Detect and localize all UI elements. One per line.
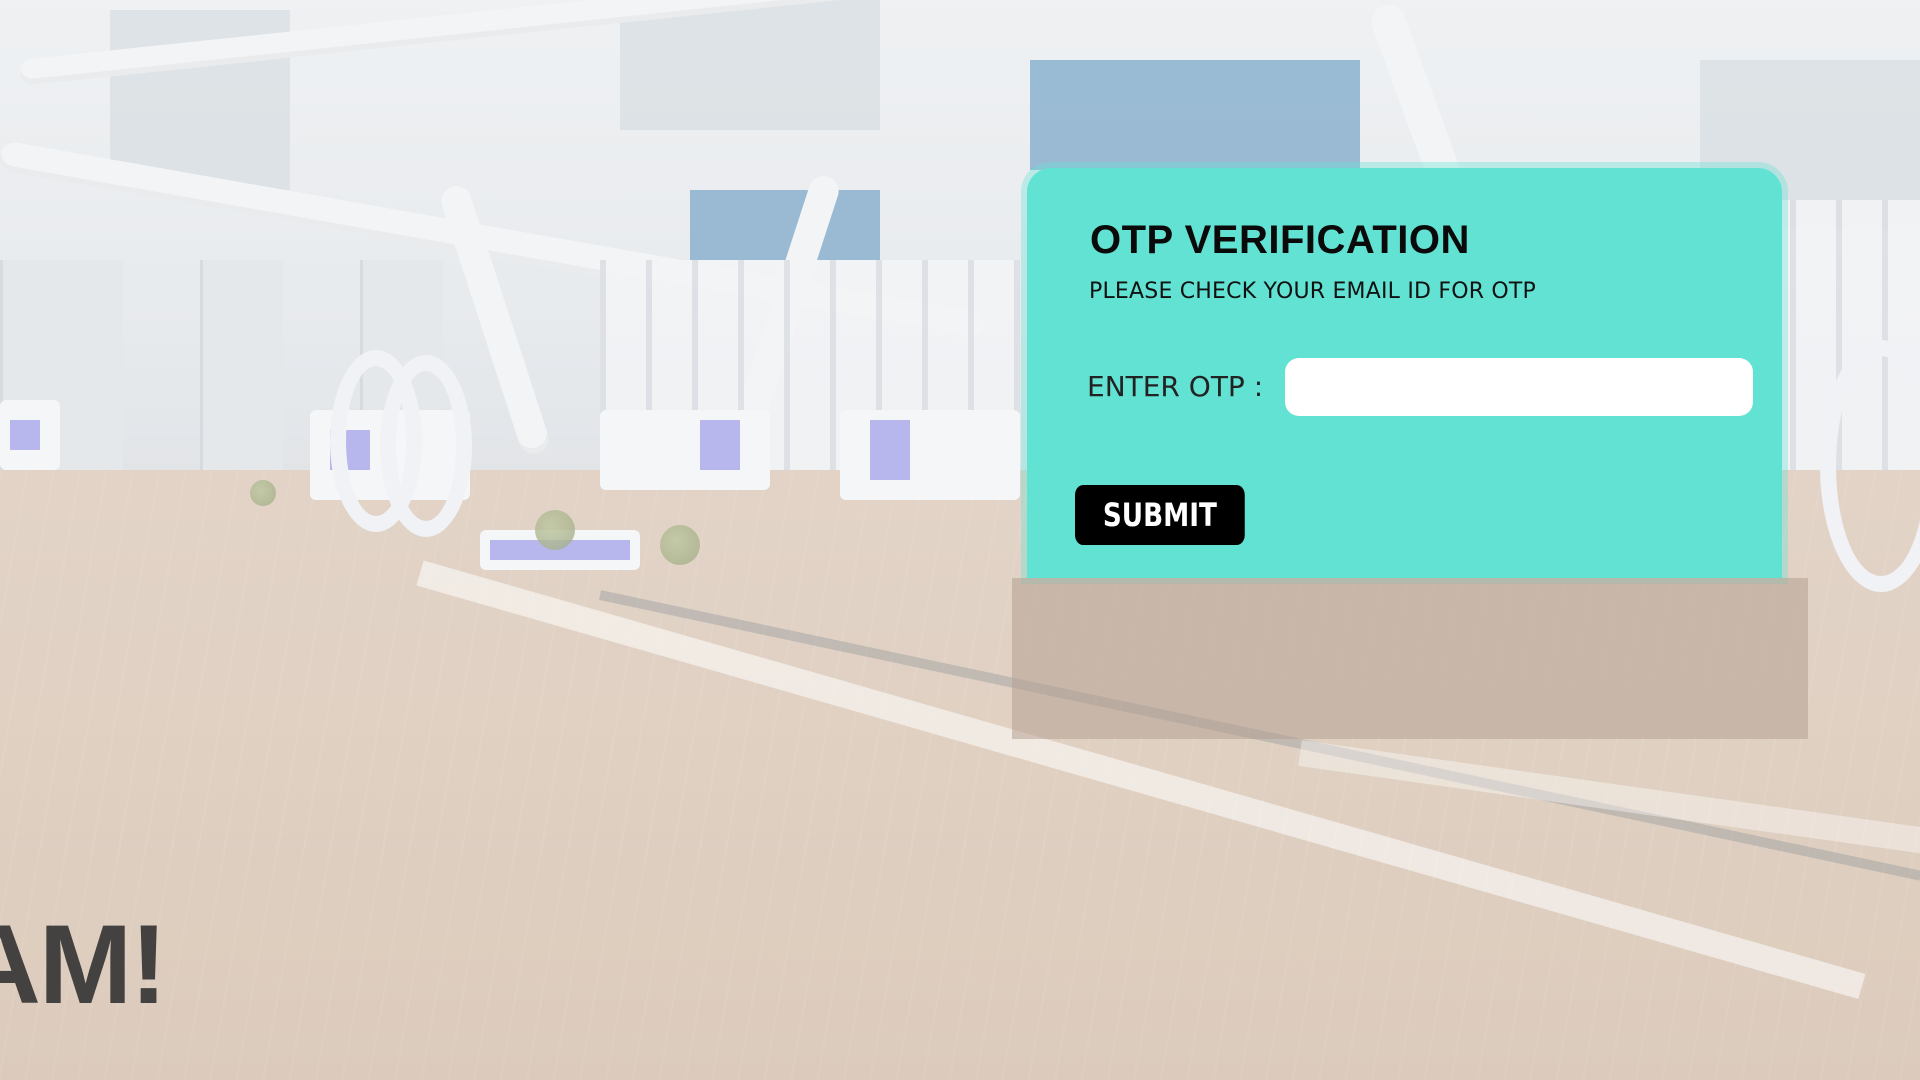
- otp-title: OTP VERIFICATION: [1090, 218, 1470, 262]
- otp-field-label: ENTER OTP :: [1087, 370, 1264, 403]
- otp-input[interactable]: [1285, 358, 1753, 416]
- submit-button[interactable]: SUBMIT: [1075, 485, 1245, 545]
- otp-verification-panel: OTP VERIFICATION PLEASE CHECK YOUR EMAIL…: [1027, 168, 1782, 578]
- submit-button-label: SUBMIT: [1102, 496, 1217, 534]
- background-welcome-text: AM!: [0, 902, 167, 1027]
- panel-base-strip: [1012, 578, 1808, 739]
- otp-subtitle: PLEASE CHECK YOUR EMAIL ID FOR OTP: [1089, 279, 1537, 304]
